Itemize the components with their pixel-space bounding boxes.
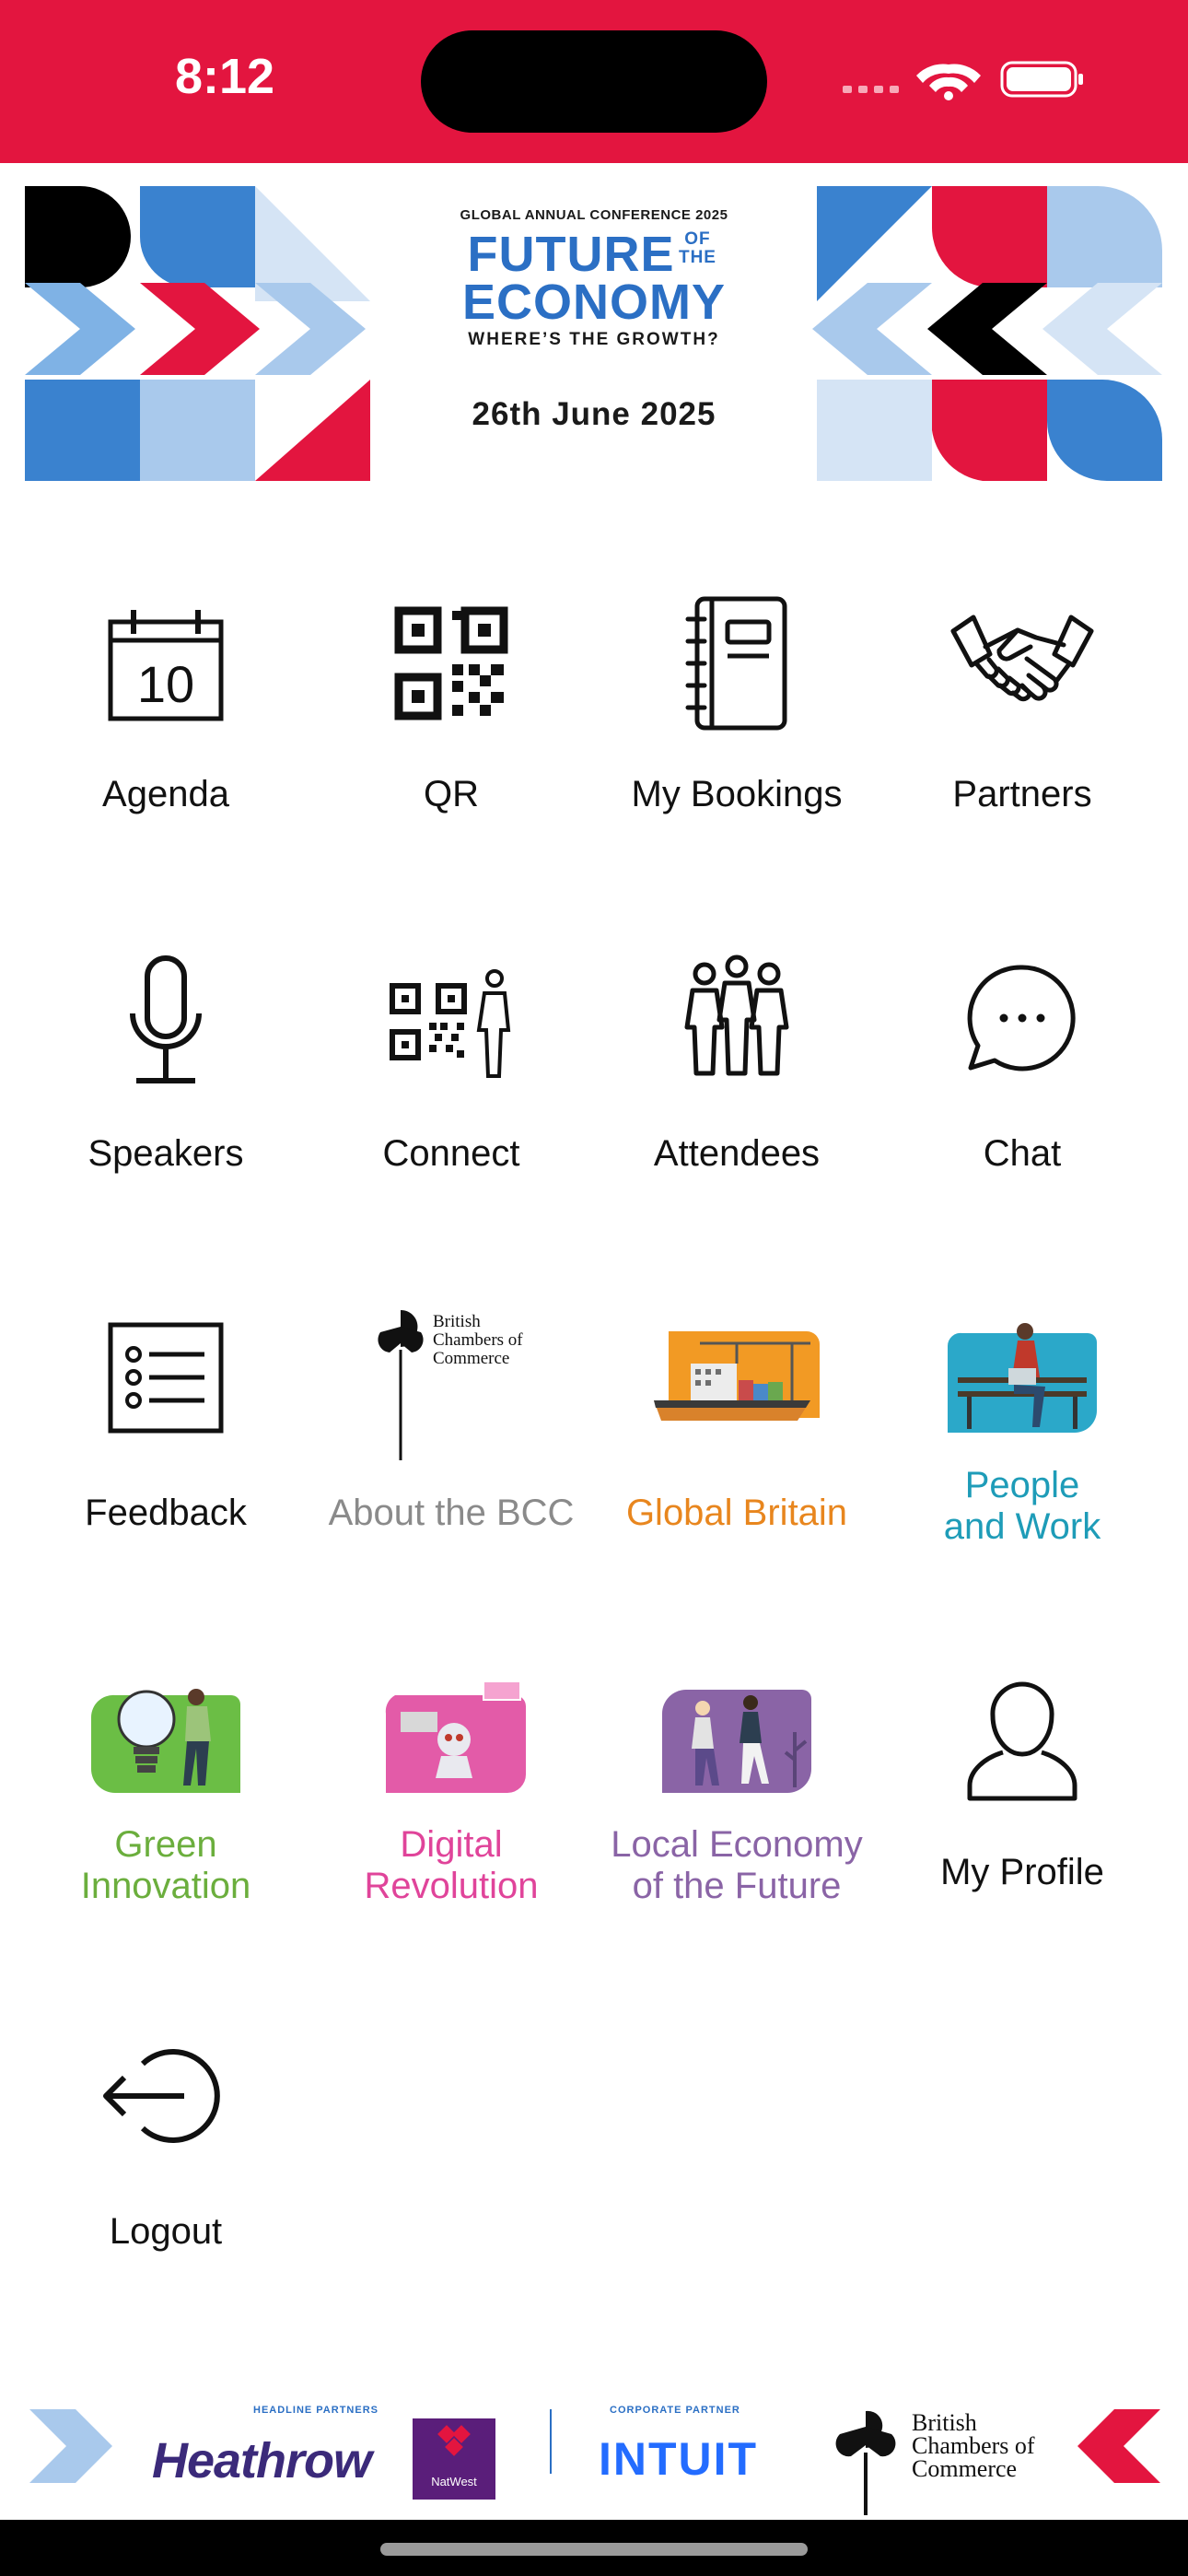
- menu-item-feedback[interactable]: Feedback: [28, 1299, 304, 1539]
- menu-label: Logout: [109, 2211, 223, 2252]
- menu-label: Attendees: [653, 1133, 821, 1174]
- wifi-icon: [916, 64, 981, 100]
- conference-banner: GLOBAL ANNUAL CONFERENCE 2025 FUTURE OF T…: [0, 163, 1188, 504]
- heathrow-logo: Heathrow: [152, 2433, 372, 2488]
- menu-item-digital-revolution[interactable]: Digital Revolution: [313, 1658, 589, 1906]
- dynamic-island: [421, 30, 767, 133]
- menu-label: Global Britain: [625, 1493, 848, 1533]
- list-icon: [108, 1322, 224, 1434]
- menu-item-logout[interactable]: Logout: [28, 2018, 304, 2257]
- banner-title-line2: ECONOMY: [461, 275, 727, 330]
- menu-label: Speakers: [87, 1133, 244, 1174]
- menu-label: My Bookings: [631, 774, 843, 814]
- menu-item-green-innovation[interactable]: Green Innovation: [28, 1658, 304, 1906]
- menu-label: Feedback: [85, 1493, 247, 1533]
- chat-bubble-icon: [967, 965, 1076, 1071]
- menu-label: Agenda: [102, 774, 229, 814]
- people-group-icon: [684, 954, 789, 1076]
- svg-text:Commerce: Commerce: [433, 1349, 509, 1368]
- menu-label: My Profile: [940, 1852, 1104, 1892]
- person-laptop-bench-icon: [947, 1323, 1097, 1433]
- corporate-partner-tag: CORPORATE PARTNER: [610, 2405, 740, 2416]
- status-time: 8:12: [175, 49, 275, 104]
- menu-label: Chat: [983, 1133, 1062, 1174]
- bcc-footer-emblem-icon: [835, 2410, 896, 2515]
- menu-item-about-the-bcc[interactable]: British Chambers of Commerce About the B…: [313, 1299, 589, 1539]
- headline-partners-tag: HEADLINE PARTNERS: [253, 2405, 379, 2416]
- bcc-logo-icon: British Chambers of Commerce: [378, 1309, 523, 1460]
- microphone-icon: [130, 955, 202, 1083]
- menu-label: QR: [424, 774, 479, 814]
- logout-icon: [103, 2049, 220, 2143]
- menu-label-two-line: Green Innovation: [80, 1824, 251, 1906]
- battery-icon: [1000, 61, 1083, 98]
- people-walking-icon: [662, 1690, 811, 1793]
- calendar-icon: 10: [108, 610, 224, 721]
- svg-text:10: 10: [137, 655, 194, 713]
- cellular-signal-icon: [843, 86, 899, 93]
- status-bar: 8:12: [0, 0, 1188, 163]
- status-icons: [843, 61, 1083, 100]
- banner-supertitle: GLOBAL ANNUAL CONFERENCE 2025: [460, 207, 728, 223]
- menu-item-my-profile[interactable]: My Profile: [884, 1658, 1160, 1898]
- svg-text:British: British: [433, 1312, 481, 1331]
- menu-label: Partners: [952, 774, 1092, 814]
- natwest-label: NatWest: [431, 2475, 477, 2488]
- menu-item-attendees[interactable]: Attendees: [599, 940, 875, 1179]
- robot-icon: [385, 1680, 526, 1793]
- notebook-icon: [685, 596, 787, 731]
- banner-text: GLOBAL ANNUAL CONFERENCE 2025 FUTURE OF T…: [424, 207, 764, 433]
- banner-date: 26th June 2025: [472, 396, 716, 432]
- lightbulb-person-icon: [90, 1689, 241, 1793]
- cargo-ship-icon: [654, 1331, 820, 1421]
- intuit-logo: INTUIT: [599, 2433, 759, 2485]
- menu-label-two-line: People and Work: [943, 1465, 1101, 1547]
- menu-label: Connect: [382, 1133, 520, 1174]
- menu-item-agenda[interactable]: 10 Agenda: [28, 580, 304, 820]
- banner-title-of-the: OF THE: [678, 229, 716, 267]
- natwest-logo: NatWest: [413, 2418, 495, 2500]
- menu-item-connect[interactable]: Connect: [313, 940, 589, 1179]
- menu-label-two-line: Digital Revolution: [364, 1824, 539, 1906]
- bcc-footer-logo: British Chambers of Commerce: [912, 2409, 1035, 2482]
- home-indicator[interactable]: [380, 2543, 808, 2556]
- user-icon: [967, 1681, 1077, 1801]
- menu-item-speakers[interactable]: Speakers: [28, 940, 304, 1179]
- menu-item-partners[interactable]: Partners: [884, 580, 1160, 820]
- banner-title-line1: FUTURE: [467, 227, 675, 282]
- menu-item-qr[interactable]: QR: [313, 580, 589, 820]
- menu-item-global-britain[interactable]: Global Britain: [599, 1299, 875, 1539]
- menu-item-people-and-work[interactable]: People and Work: [884, 1299, 1160, 1547]
- banner-subtitle: WHERE’S THE GROWTH?: [468, 330, 720, 349]
- menu-item-local-economy[interactable]: Local Economy of the Future: [599, 1658, 875, 1906]
- menu-item-chat[interactable]: Chat: [884, 940, 1160, 1179]
- handshake-icon: [950, 615, 1094, 702]
- natwest-cubes-icon: [437, 2425, 471, 2456]
- banner-title: FUTURE OF THE ECONOMY: [424, 227, 764, 327]
- qr-code-icon: [394, 606, 508, 720]
- menu-label-two-line: Local Economy of the Future: [611, 1824, 863, 1906]
- qr-person-icon: [390, 969, 511, 1078]
- svg-text:Chambers of: Chambers of: [433, 1330, 523, 1350]
- menu-item-my-bookings[interactable]: My Bookings: [599, 580, 875, 820]
- menu-label: About the BCC: [328, 1493, 575, 1533]
